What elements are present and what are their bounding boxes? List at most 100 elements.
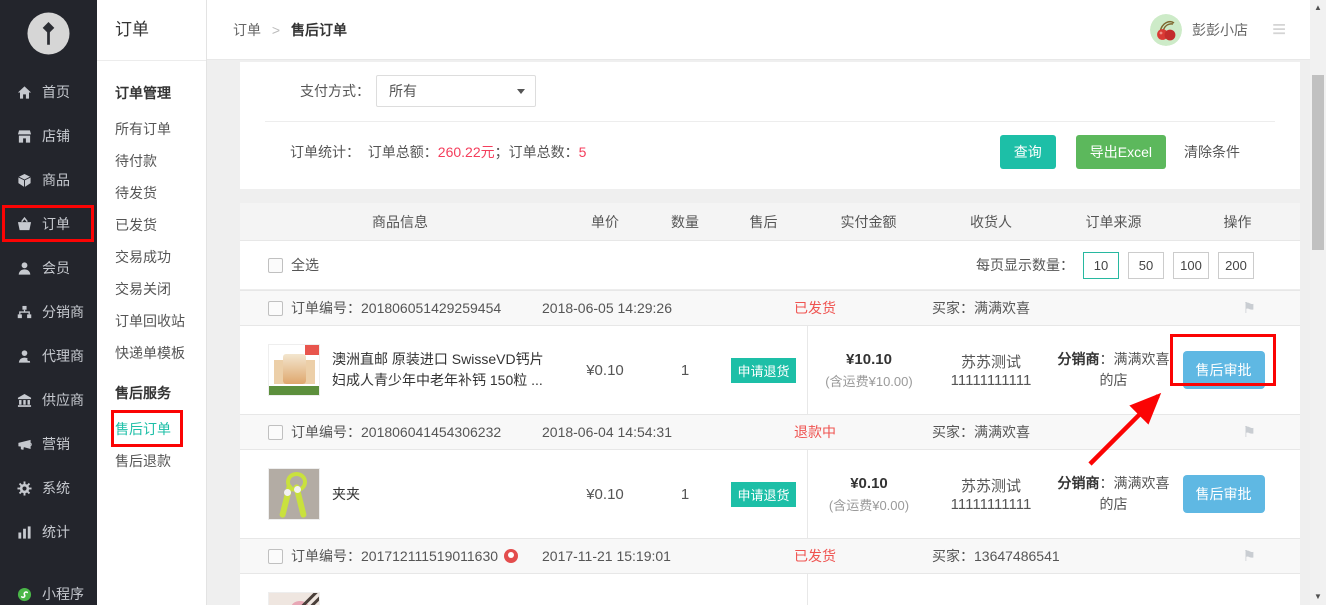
select-all-label: 全选	[291, 255, 319, 275]
sidebar-item-marketing[interactable]: 营销	[0, 422, 97, 466]
order-status: 已发货	[742, 546, 888, 566]
page-size-10[interactable]: 10	[1083, 252, 1119, 279]
product-title[interactable]: 澳洲直邮 原装进口 SwisseVD钙片 妇成人青少年中老年补钙 150粒 ..…	[332, 349, 560, 391]
stats-icon	[16, 524, 33, 540]
order-checkbox[interactable]	[268, 425, 283, 440]
main-sidebar: 首页 店铺 商品 订单 会员 分销商 代理商 供应商	[0, 0, 97, 605]
sidebar-item-orders[interactable]: 订单	[0, 202, 97, 246]
submenu-item-trade-closed[interactable]: 交易关闭	[115, 273, 206, 305]
topbar: 订单 > 售后订单 彭彭小店 ≡	[207, 0, 1310, 60]
payment-method-select[interactable]: 所有	[376, 75, 536, 107]
menu-toggle-icon[interactable]: ≡	[1272, 20, 1286, 40]
order-total-count: 5	[579, 144, 587, 160]
submenu-item-recycle-bin[interactable]: 订单回收站	[115, 305, 206, 337]
clear-filters-link[interactable]: 清除条件	[1184, 142, 1240, 162]
sidebar-item-statistics[interactable]: 统计	[0, 510, 97, 554]
order-time: 2017-11-21 15:19:01	[542, 548, 742, 564]
flag-icon[interactable]: ⚑	[1243, 423, 1300, 441]
order-total-amount: 260.22元	[438, 144, 495, 160]
system-icon	[16, 480, 33, 496]
col-receiver: 收货人	[930, 212, 1052, 232]
query-button[interactable]: 查询	[1000, 135, 1056, 169]
aftersale-approve-button[interactable]: 售后审批	[1183, 351, 1265, 389]
product-image	[268, 344, 320, 396]
order-checkbox[interactable]	[268, 549, 283, 564]
aftersale-orders-page: { "topbar": { "breadcrumb": {"parent": "…	[0, 0, 1326, 605]
page-size-100[interactable]: 100	[1173, 252, 1209, 279]
sidebar-item-label: 代理商	[42, 346, 84, 366]
receiver-name: 苏苏测试	[961, 475, 1021, 496]
submenu-item-aftersale-refunds[interactable]: 售后退款	[115, 445, 206, 477]
submenu-item-aftersale-orders[interactable]: 售后订单	[115, 413, 206, 445]
flag-icon[interactable]: ⚑	[1243, 299, 1300, 317]
receiver-cell: 苏苏测试 11111111111	[930, 351, 1052, 389]
export-excel-button[interactable]: 导出Excel	[1076, 135, 1166, 169]
product-image	[268, 468, 320, 520]
main-content: 支付方式： 所有 订单统计： 订单总额：260.22元；订单总数：5 查询 导出…	[207, 60, 1310, 605]
aftersale-status-badge: 申请退货	[731, 358, 795, 383]
flag-icon[interactable]: ⚑	[1243, 547, 1300, 565]
submenu-item-pending-payment[interactable]: 待付款	[115, 145, 206, 177]
breadcrumb-separator: >	[272, 22, 280, 38]
unit-price: ¥0.10	[560, 486, 650, 503]
sidebar-item-miniapp[interactable]: 小程序	[0, 572, 97, 605]
order-stats-text: 订单统计： 订单总额：260.22元；订单总数：5	[290, 142, 586, 162]
sidebar-item-system[interactable]: 系统	[0, 466, 97, 510]
sidebar-item-shop[interactable]: 店铺	[0, 114, 97, 158]
app-logo	[26, 11, 71, 56]
main-nav: 首页 店铺 商品 订单 会员 分销商 代理商 供应商	[0, 70, 97, 605]
receiver-name: 苏苏测试	[961, 351, 1021, 372]
paid-amount-cell: ¥10.10 (含运费¥10.00)	[807, 326, 930, 414]
submenu-section-heading: 售后服务	[115, 381, 206, 405]
select-all-checkbox[interactable]	[268, 258, 283, 273]
col-order-source: 订单来源	[1052, 212, 1175, 232]
paid-amount: ¥10.10	[846, 351, 892, 368]
sidebar-item-suppliers[interactable]: 供应商	[0, 378, 97, 422]
sidebar-item-distributors[interactable]: 分销商	[0, 290, 97, 334]
page-size-50[interactable]: 50	[1128, 252, 1164, 279]
order-product-row: 澳洲直邮 原装进口 SwisseVD钙片 妇成人青少年中老年补钙 150粒 ..…	[240, 326, 1300, 414]
breadcrumb-parent[interactable]: 订单	[233, 22, 261, 38]
order-checkbox[interactable]	[268, 301, 283, 316]
aftersale-approve-button[interactable]: 售后审批	[1183, 475, 1265, 513]
page-size-200[interactable]: 200	[1218, 252, 1254, 279]
sidebar-item-products[interactable]: 商品	[0, 158, 97, 202]
submenu-section-heading: 订单管理	[115, 81, 206, 105]
breadcrumb-current: 售后订单	[291, 22, 347, 38]
submenu-item-trade-success[interactable]: 交易成功	[115, 241, 206, 273]
sidebar-item-label: 店铺	[42, 126, 70, 146]
product-image	[268, 592, 320, 605]
col-actions: 操作	[1175, 212, 1300, 232]
submenu-item-all-orders[interactable]: 所有订单	[115, 113, 206, 145]
page-scrollbar[interactable]: ▲ ▼	[1310, 0, 1326, 605]
sidebar-item-agents[interactable]: 代理商	[0, 334, 97, 378]
home-icon	[16, 84, 33, 100]
shop-avatar[interactable]	[1150, 14, 1182, 46]
order-product-row: 夹夹 ¥0.10 1 申请退货 ¥0.10 (含运费¥0.00) 苏苏测试 11…	[240, 450, 1300, 538]
sidebar-item-members[interactable]: 会员	[0, 246, 97, 290]
sidebar-item-label: 营销	[42, 434, 70, 454]
col-paid-amount: 实付金额	[807, 212, 930, 232]
sidebar-item-label: 系统	[42, 478, 70, 498]
submenu-item-pending-shipment[interactable]: 待发货	[115, 177, 206, 209]
scroll-up-icon[interactable]: ▲	[1310, 0, 1326, 16]
col-quantity: 数量	[650, 212, 720, 232]
scrollbar-thumb[interactable]	[1312, 75, 1324, 250]
order-number: 订单编号：201806041454306232	[291, 422, 542, 442]
submenu-item-waybill-template[interactable]: 快递单模板	[115, 337, 206, 369]
receiver-phone: 11111111111	[951, 496, 1032, 513]
product-title[interactable]: 夹夹	[332, 484, 560, 505]
order-buyer: 买家：满满欢喜	[888, 422, 1243, 442]
filter-panel: 支付方式： 所有 订单统计： 订单总额：260.22元；订单总数：5 查询 导出…	[240, 62, 1300, 189]
sidebar-item-label: 供应商	[42, 390, 84, 410]
shop-name: 彭彭小店	[1192, 20, 1248, 40]
order-buyer: 买家：13647486541	[888, 546, 1243, 566]
payment-method-value: 所有	[389, 81, 417, 101]
payment-method-label: 支付方式：	[300, 81, 370, 101]
sidebar-item-home[interactable]: 首页	[0, 70, 97, 114]
sidebar-item-label: 分销商	[42, 302, 84, 322]
order-status: 退款中	[742, 422, 888, 442]
submenu-item-shipped[interactable]: 已发货	[115, 209, 206, 241]
col-aftersale: 售后	[720, 212, 807, 232]
scroll-down-icon[interactable]: ▼	[1310, 589, 1326, 605]
